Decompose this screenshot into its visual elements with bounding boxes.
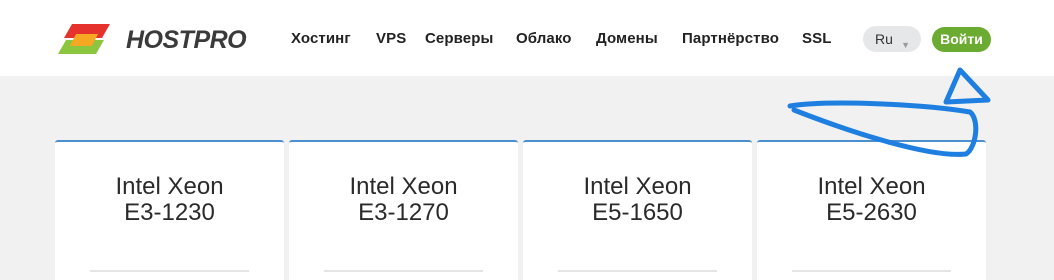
hostpro-logo[interactable]: HOSTPRO: [52, 20, 247, 60]
nav-item-ssl[interactable]: SSL: [802, 30, 831, 47]
server-card-e5-1650[interactable]: Intel Xeon E5-1650: [523, 140, 752, 280]
nav-item-servers[interactable]: Серверы: [425, 30, 493, 47]
card-cpu-name: Intel Xeon: [349, 173, 458, 200]
card-cpu-name: Intel Xeon: [817, 173, 926, 200]
language-selected: Ru: [875, 31, 893, 47]
login-button[interactable]: Войти: [932, 27, 991, 52]
card-cpu-model: E3-1230: [124, 199, 215, 226]
chevron-down-icon: ▼: [901, 40, 910, 50]
nav-item-cloud[interactable]: Облако: [516, 30, 572, 47]
nav-item-hosting[interactable]: Хостинг: [291, 30, 351, 47]
hostpro-logo-icon: [58, 24, 110, 54]
card-cpu-model: E3-1270: [358, 199, 449, 226]
card-cpu-name: Intel Xeon: [583, 173, 692, 200]
card-cpu-model: E5-1650: [592, 199, 683, 226]
nav-item-partnership[interactable]: Партнёрство: [682, 30, 779, 47]
nav-item-domains[interactable]: Домены: [596, 30, 658, 47]
hand-drawn-arrow-icon: [787, 67, 991, 157]
card-cpu-model: E5-2630: [826, 199, 917, 226]
server-card-e3-1270[interactable]: Intel Xeon E3-1270: [289, 140, 518, 280]
card-cpu-name: Intel Xeon: [115, 173, 224, 200]
logo-text-host: HOST: [126, 26, 194, 54]
logo-text-pro: PRO: [193, 26, 247, 54]
logo-wordmark: HOSTPRO: [126, 20, 247, 60]
language-selector[interactable]: Ru ▼: [863, 26, 921, 52]
server-card-e3-1230[interactable]: Intel Xeon E3-1230: [55, 140, 284, 280]
nav-item-vps[interactable]: VPS: [376, 30, 406, 47]
